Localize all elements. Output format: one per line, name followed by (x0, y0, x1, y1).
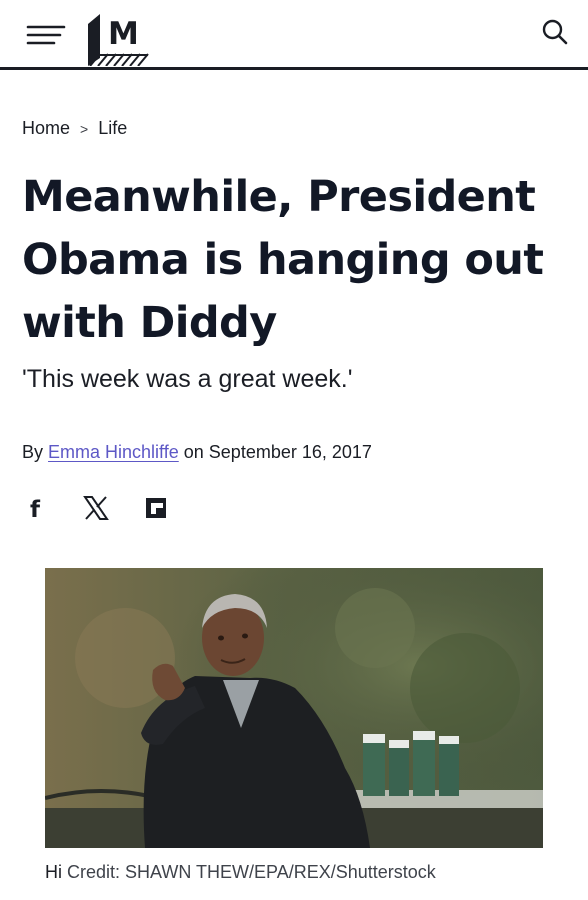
article-subtitle: 'This week was a great week.' (22, 365, 353, 393)
article-photo (45, 568, 543, 848)
x-share-icon[interactable] (82, 494, 110, 522)
article-title: Meanwhile, President Obama is hanging ou… (22, 172, 544, 348)
photo-credit: Credit: SHAWN THEW/EPA/REX/Shutterstock (67, 862, 436, 882)
breadcrumb-life-link[interactable]: Life (98, 118, 127, 139)
facebook-letter: f (30, 497, 41, 522)
breadcrumb-home-link[interactable]: Home (22, 118, 70, 139)
breadcrumb-separator: > (80, 120, 89, 137)
byline-prefix: By (22, 442, 44, 462)
mashable-logo[interactable]: M (86, 10, 150, 67)
logo-letter: M (108, 16, 139, 52)
byline: By Emma Hinchliffe on September 16, 2017 (22, 442, 372, 463)
search-icon[interactable] (541, 18, 569, 46)
caption-prefix: Hi (45, 862, 62, 882)
publish-date: on September 16, 2017 (183, 442, 372, 462)
facebook-share-icon[interactable]: f (22, 494, 50, 523)
site-header: M (0, 0, 588, 70)
author-link[interactable]: Emma Hinchliffe (48, 442, 179, 462)
hamburger-menu-icon[interactable] (26, 24, 66, 46)
flipboard-share-icon[interactable] (142, 494, 170, 522)
breadcrumb: Home > Life (22, 118, 127, 139)
photo-caption: Hi Credit: SHAWN THEW/EPA/REX/Shuttersto… (45, 862, 436, 883)
